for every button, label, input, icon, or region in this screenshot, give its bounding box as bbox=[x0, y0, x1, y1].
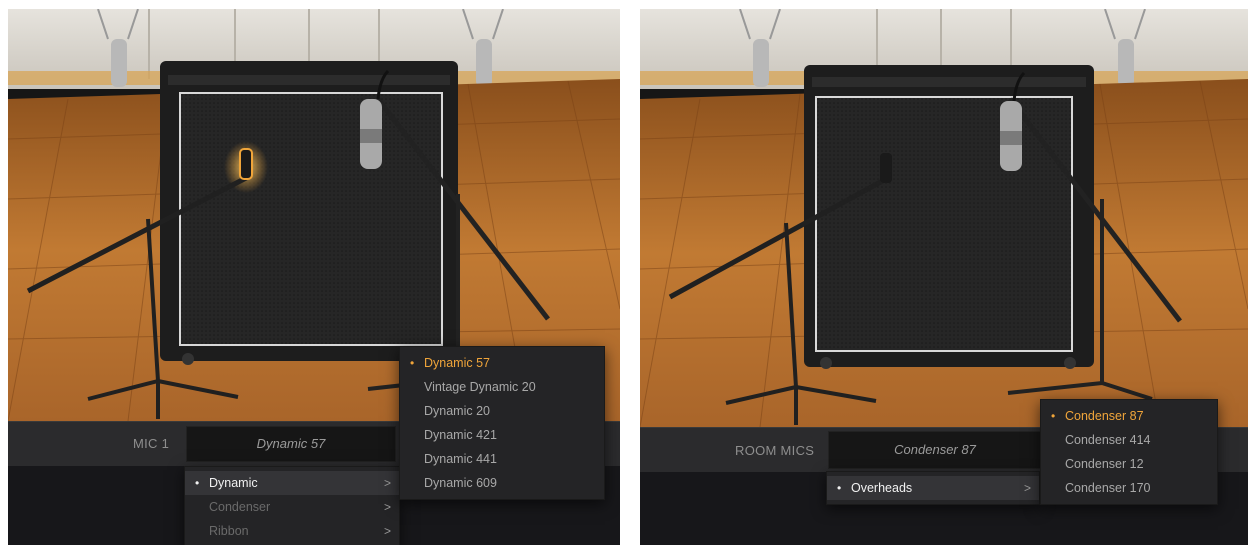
menu-item-label: Condenser 12 bbox=[1065, 457, 1144, 471]
chevron-right-icon: > bbox=[1023, 481, 1031, 495]
mic-category-menu: • Dynamic > Condenser > Ribbon > bbox=[184, 466, 400, 545]
mic-selector-panel-right: ROOM MICS Condenser 87 • Overheads > • C… bbox=[640, 9, 1248, 545]
menu-item-condenser-87[interactable]: • Condenser 87 bbox=[1041, 404, 1217, 428]
menu-item-overheads[interactable]: • Overheads > bbox=[827, 476, 1039, 500]
menu-item-condenser[interactable]: Condenser > bbox=[185, 495, 399, 519]
chevron-right-icon: > bbox=[383, 476, 391, 490]
menu-item-label: Condenser 87 bbox=[1065, 409, 1144, 423]
menu-item-dynamic-57[interactable]: • Dynamic 57 bbox=[400, 351, 604, 375]
mic-model-dropdown[interactable]: Condenser 87 bbox=[828, 431, 1042, 469]
mic-model-menu: • Condenser 87 Condenser 414 Condenser 1… bbox=[1040, 399, 1218, 505]
menu-item-label: Condenser 414 bbox=[1065, 433, 1151, 447]
mic-model-dropdown[interactable]: Dynamic 57 bbox=[186, 426, 396, 462]
mic-channel-label: ROOM MICS bbox=[735, 443, 815, 458]
menu-item-condenser-170[interactable]: Condenser 170 bbox=[1041, 476, 1217, 500]
menu-item-condenser-12[interactable]: Condenser 12 bbox=[1041, 452, 1217, 476]
menu-item-label: Dynamic 421 bbox=[424, 428, 497, 442]
menu-item-label: Condenser bbox=[209, 500, 271, 514]
menu-item-ribbon[interactable]: Ribbon > bbox=[185, 519, 399, 543]
menu-item-dynamic-441[interactable]: Dynamic 441 bbox=[400, 447, 604, 471]
studio-scene bbox=[640, 9, 1248, 427]
chevron-right-icon: > bbox=[383, 524, 391, 538]
mic-channel-label: MIC 1 bbox=[133, 436, 170, 451]
menu-item-dynamic[interactable]: • Dynamic > bbox=[185, 471, 399, 495]
selected-bullet-icon: • bbox=[195, 476, 200, 490]
amp-cabinet bbox=[160, 61, 458, 365]
selected-bullet-icon: • bbox=[1051, 409, 1056, 423]
menu-item-label: Overheads bbox=[851, 481, 913, 495]
menu-item-label: Vintage Dynamic 20 bbox=[424, 380, 536, 394]
menu-item-label: Condenser 170 bbox=[1065, 481, 1151, 495]
menu-item-condenser-414[interactable]: Condenser 414 bbox=[1041, 428, 1217, 452]
menu-item-dynamic-20[interactable]: Dynamic 20 bbox=[400, 399, 604, 423]
amp-cabinet bbox=[804, 65, 1094, 369]
mic-category-menu: • Overheads > bbox=[826, 471, 1040, 505]
mic-selector-panel-left: MIC 1 Dynamic 57 • Dynamic > Condenser >… bbox=[8, 9, 620, 545]
menu-item-vintage-dynamic-20[interactable]: Vintage Dynamic 20 bbox=[400, 375, 604, 399]
menu-item-label: Dynamic 441 bbox=[424, 452, 497, 466]
menu-item-dynamic-421[interactable]: Dynamic 421 bbox=[400, 423, 604, 447]
menu-item-label: Dynamic 57 bbox=[424, 356, 490, 370]
menu-item-dynamic-609[interactable]: Dynamic 609 bbox=[400, 471, 604, 495]
menu-item-label: Dynamic 609 bbox=[424, 476, 497, 490]
selected-bullet-icon: • bbox=[410, 356, 415, 370]
selected-bullet-icon: • bbox=[837, 481, 842, 495]
menu-item-label: Ribbon bbox=[209, 524, 249, 538]
mic-model-menu: • Dynamic 57 Vintage Dynamic 20 Dynamic … bbox=[399, 346, 605, 500]
menu-item-label: Dynamic bbox=[209, 476, 258, 490]
chevron-right-icon: > bbox=[383, 500, 391, 514]
menu-item-label: Dynamic 20 bbox=[424, 404, 490, 418]
